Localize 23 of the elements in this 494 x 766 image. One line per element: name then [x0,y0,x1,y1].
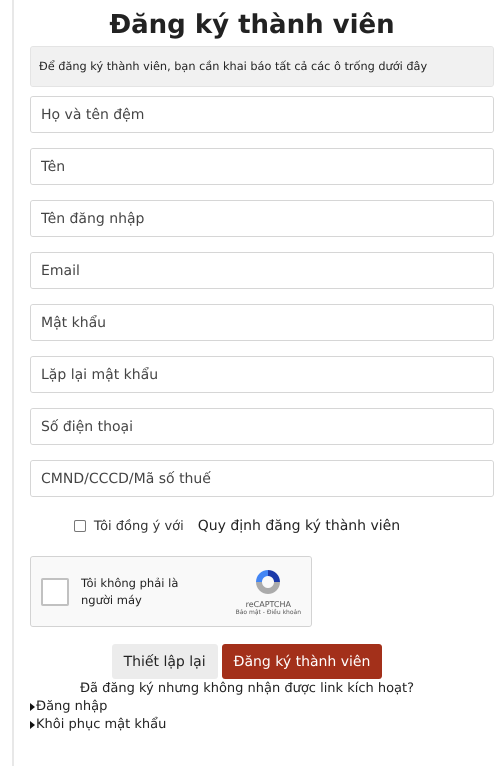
input-field[interactable]: Tên [30,148,494,185]
input-field[interactable]: Email [30,252,494,289]
nav-link[interactable]: Khôi phục mật khẩu [36,717,166,732]
resend-link[interactable]: Đã đăng ký nhưng không nhận được link kích hoạt? [30,681,494,696]
checkbox[interactable] [74,520,86,532]
page-title: Đăng ký thành viên [108,10,396,40]
terms-link[interactable]: Quy định đăng ký thành viên [198,518,400,534]
notice-box: Để đăng ký thành viên, bạn cần khai báo tất cả các ô trống dưới đây [30,46,494,87]
nav-link[interactable]: Đăng nhập [36,699,108,714]
input-field[interactable]: Mật khẩu [30,304,494,341]
caret-icon [30,720,35,728]
input-field[interactable]: CMND/CCCD/Mã số thuế [30,460,494,497]
register-button[interactable]: Đăng ký thành viên [222,644,382,679]
caret-icon [30,702,35,710]
input-field[interactable]: Tên đăng nhập [30,200,494,237]
agree-label: Tôi đồng ý với [94,518,184,534]
captcha-label: Tôi không phải là người máy [81,575,180,608]
input-field[interactable]: Số điện thoại [30,408,494,445]
recaptcha-brand: reCAPTCHA [246,600,292,609]
reset-button[interactable]: Thiết lập lại [112,644,218,679]
captcha-checkbox[interactable] [41,578,69,606]
input-field[interactable]: Họ và tên đệm [30,96,494,133]
input-field[interactable]: Lặp lại mật khẩu [30,356,494,393]
